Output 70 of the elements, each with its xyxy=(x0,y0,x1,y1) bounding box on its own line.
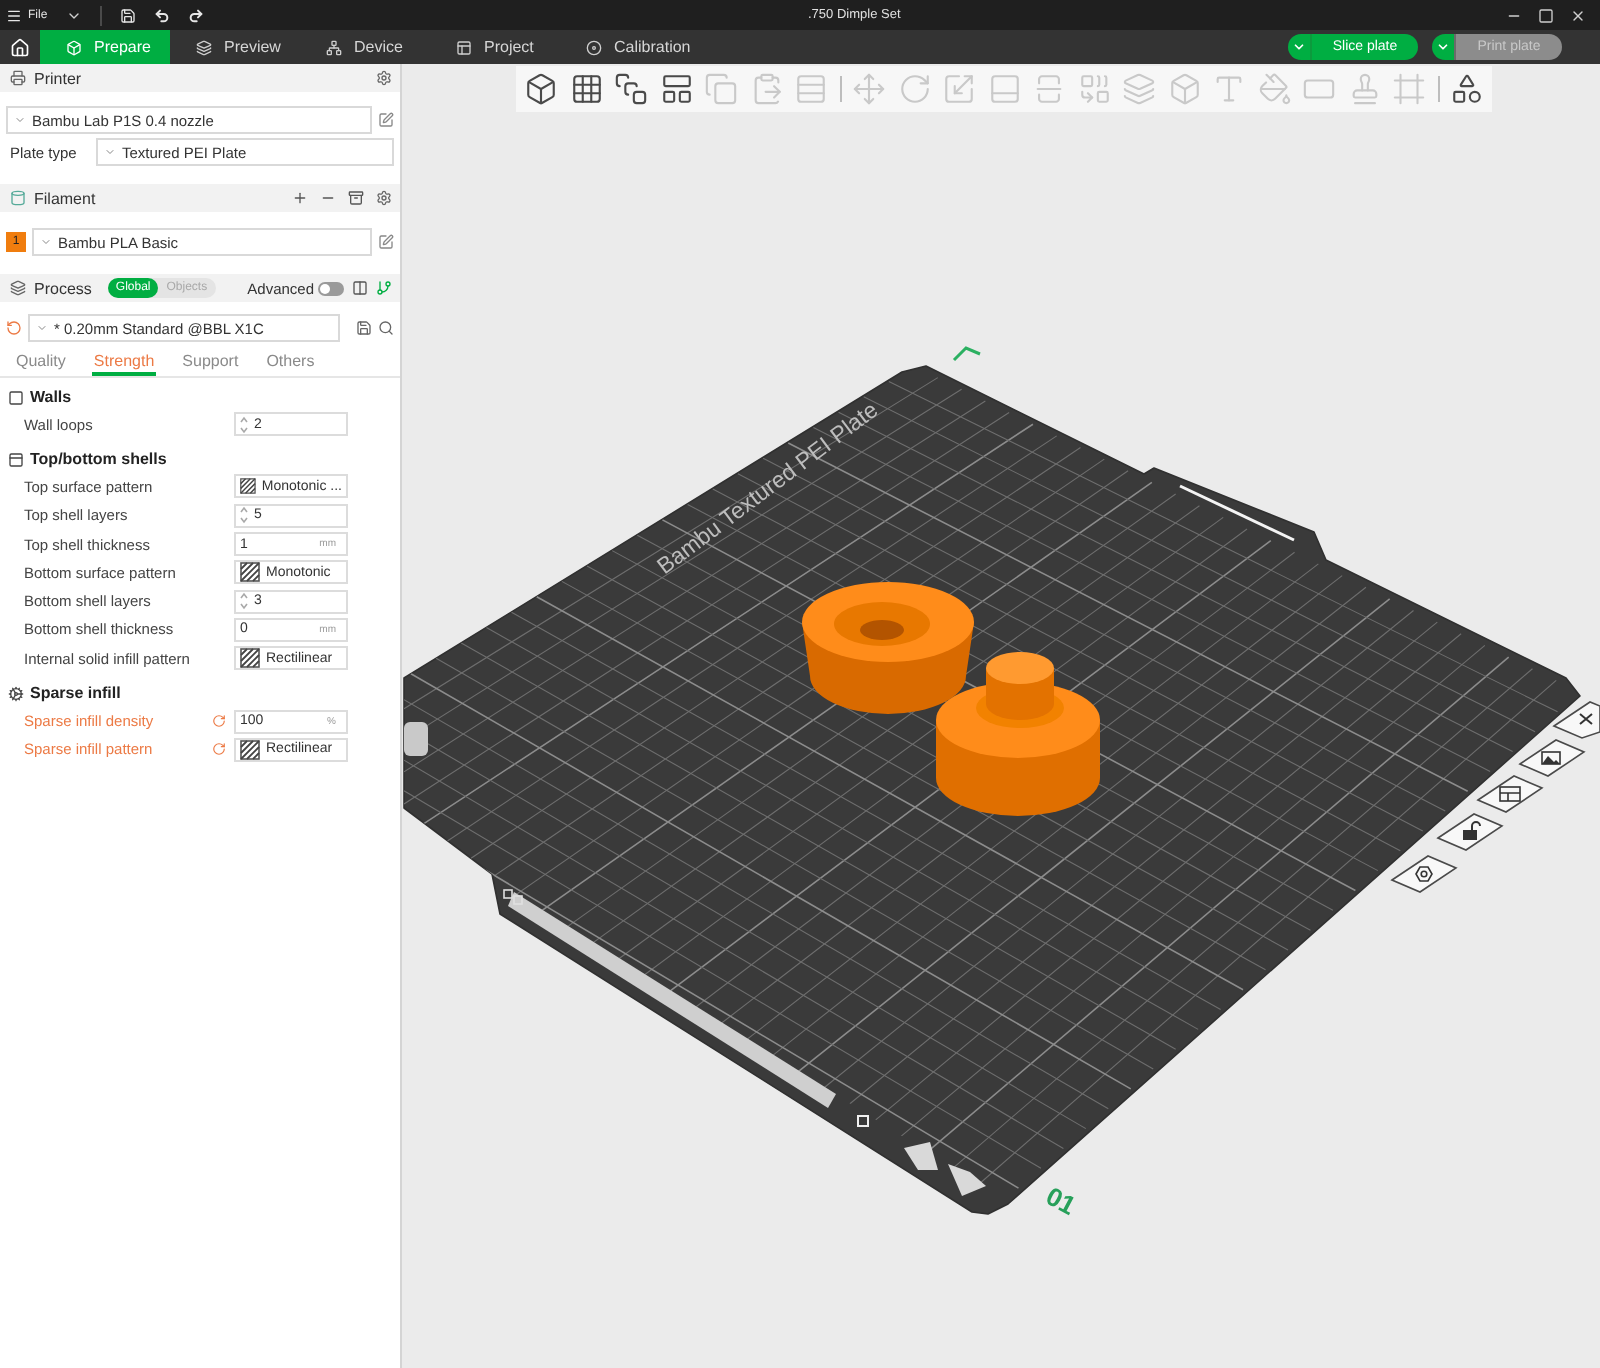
menu-icon xyxy=(6,7,22,23)
dropdown-button[interactable] xyxy=(1288,34,1312,60)
spin-arrows-icon[interactable] xyxy=(240,506,248,525)
printer-icon xyxy=(10,70,26,86)
section-title: Sparse infill xyxy=(30,684,121,703)
edit-icon[interactable] xyxy=(378,112,394,128)
main-tab[interactable]: Preview xyxy=(170,30,300,64)
layout-icon[interactable] xyxy=(659,72,693,106)
columns-icon[interactable] xyxy=(352,280,368,296)
stacked-squares-icon[interactable] xyxy=(614,72,648,106)
hatch-pattern-icon xyxy=(240,476,256,497)
image-tile-icon[interactable] xyxy=(1518,739,1586,777)
hatch-pattern-icon xyxy=(240,739,260,760)
section-title: Walls xyxy=(30,388,72,406)
main-tab[interactable]: Calibration xyxy=(560,30,690,64)
chevron-down-icon xyxy=(1292,40,1306,54)
archive-icon[interactable] xyxy=(348,190,364,206)
redo-icon[interactable] xyxy=(187,7,204,23)
maximize-icon[interactable] xyxy=(1538,7,1554,23)
panel-title: Process xyxy=(34,279,92,297)
padlock-tile-icon[interactable] xyxy=(1436,813,1504,851)
close-icon[interactable] xyxy=(1552,701,1600,739)
settings-icon[interactable] xyxy=(376,70,392,86)
panel-icon xyxy=(8,451,24,468)
layers-icon xyxy=(196,39,212,55)
chevron-down-icon xyxy=(36,322,48,334)
plate-number: 01 xyxy=(1041,1180,1081,1221)
reset-icon[interactable] xyxy=(212,714,226,729)
edit-icon[interactable] xyxy=(378,234,394,250)
cube-icon[interactable] xyxy=(524,72,558,106)
chevron-down-icon xyxy=(14,114,26,126)
undo-icon[interactable] xyxy=(153,7,170,23)
disc-icon xyxy=(586,39,602,55)
cog-icon xyxy=(8,685,24,702)
dropdown-button[interactable] xyxy=(1432,34,1456,60)
hatch-pattern-icon xyxy=(240,648,260,669)
plus-icon[interactable] xyxy=(292,190,308,206)
layers-icon xyxy=(10,280,26,296)
cylinder-icon xyxy=(10,190,26,206)
spin-arrows-icon[interactable] xyxy=(240,592,248,611)
chevron-down-icon xyxy=(104,146,116,158)
network-icon xyxy=(326,39,342,55)
main-tab[interactable]: Device xyxy=(300,30,430,64)
advanced-switch[interactable] xyxy=(318,281,344,295)
hex-nut-tile-icon[interactable] xyxy=(1390,855,1458,893)
grid-icon[interactable] xyxy=(569,72,603,106)
chevron-down-icon xyxy=(1436,40,1450,54)
origin-marker-icon xyxy=(952,346,981,362)
reset-icon[interactable] xyxy=(212,742,226,757)
settings-icon[interactable] xyxy=(376,190,392,206)
settings-tab[interactable]: Quality xyxy=(14,350,68,376)
layout-tile-icon[interactable] xyxy=(1476,775,1544,813)
save-icon[interactable] xyxy=(356,320,372,336)
chevron-down-icon xyxy=(40,236,52,248)
branch-icon[interactable] xyxy=(376,280,392,296)
reset-icon[interactable] xyxy=(6,320,22,336)
shapes-icon[interactable] xyxy=(1450,72,1484,106)
cube-icon xyxy=(66,39,82,55)
square-icon xyxy=(8,389,24,405)
settings-tab[interactable]: Support xyxy=(180,350,241,376)
spin-arrows-icon[interactable] xyxy=(240,415,248,434)
section-title: Top/bottom shells xyxy=(30,450,167,469)
panel-icon xyxy=(456,39,472,55)
search-icon[interactable] xyxy=(378,320,394,336)
main-tab[interactable]: Project xyxy=(430,30,560,64)
settings-tab[interactable]: Others xyxy=(264,350,317,376)
hatch-pattern-icon xyxy=(240,562,260,583)
panel-title: Filament xyxy=(34,189,96,207)
panel-title: Printer xyxy=(34,69,82,87)
home-icon xyxy=(10,37,30,57)
